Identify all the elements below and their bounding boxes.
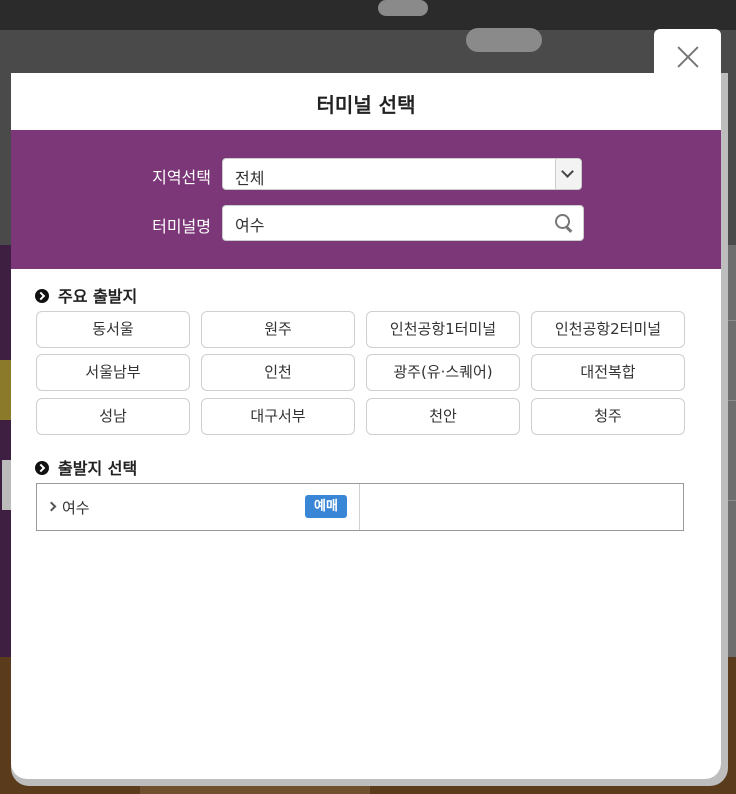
search-icon[interactable] [555,214,573,233]
terminal-select-modal: 터미널 선택 지역선택 전체 터미널명 주요 출발지 동서울 원주 인천공항1터… [11,73,721,779]
background-cloud [466,28,542,52]
modal-title: 터미널 선택 [316,93,416,117]
table-divider [359,484,360,530]
terminal-chip[interactable]: 천안 [366,398,520,435]
terminal-chip[interactable]: 인천공항2터미널 [531,311,685,348]
background-header [0,0,736,30]
circle-arrow-icon [35,289,49,303]
select-arrow[interactable] [555,159,581,189]
chevron-right-icon [46,501,57,512]
terminal-chip[interactable]: 청주 [531,398,685,435]
major-departures-title: 주요 출발지 [58,287,138,306]
chevron-down-icon [561,165,574,178]
terminal-chip[interactable]: 대구서부 [201,398,355,435]
reservation-badge: 예매 [305,495,347,518]
terminal-chip[interactable]: 인천공항1터미널 [366,311,520,348]
circle-arrow-icon [35,461,49,475]
terminal-search-input[interactable] [233,210,547,238]
region-select-value: 전체 [235,169,265,188]
departure-select-heading: 출발지 선택 [35,455,137,479]
terminal-chip[interactable]: 광주(유·스퀘어) [366,354,520,391]
list-item[interactable]: 여수 예매 [37,484,359,530]
close-icon[interactable] [676,45,700,69]
terminal-chip[interactable]: 원주 [201,311,355,348]
terminal-name-label: 터미널명 [152,217,211,236]
departure-select-title: 출발지 선택 [58,459,138,478]
region-select[interactable]: 전체 [222,158,582,190]
departure-result-table: 여수 예매 [36,483,684,531]
filter-panel: 지역선택 전체 터미널명 [11,130,721,269]
terminal-search-box[interactable] [222,205,584,241]
result-terminal-name[interactable]: 여수 [62,497,90,518]
terminal-chip[interactable]: 인천 [201,354,355,391]
terminal-chip[interactable]: 동서울 [36,311,190,348]
region-label: 지역선택 [152,168,211,187]
terminal-chip[interactable]: 성남 [36,398,190,435]
terminal-chip[interactable]: 서울남부 [36,354,190,391]
background-cloud [378,0,428,16]
terminal-chip[interactable]: 대전복합 [531,354,685,391]
major-departures-heading: 주요 출발지 [35,283,137,307]
